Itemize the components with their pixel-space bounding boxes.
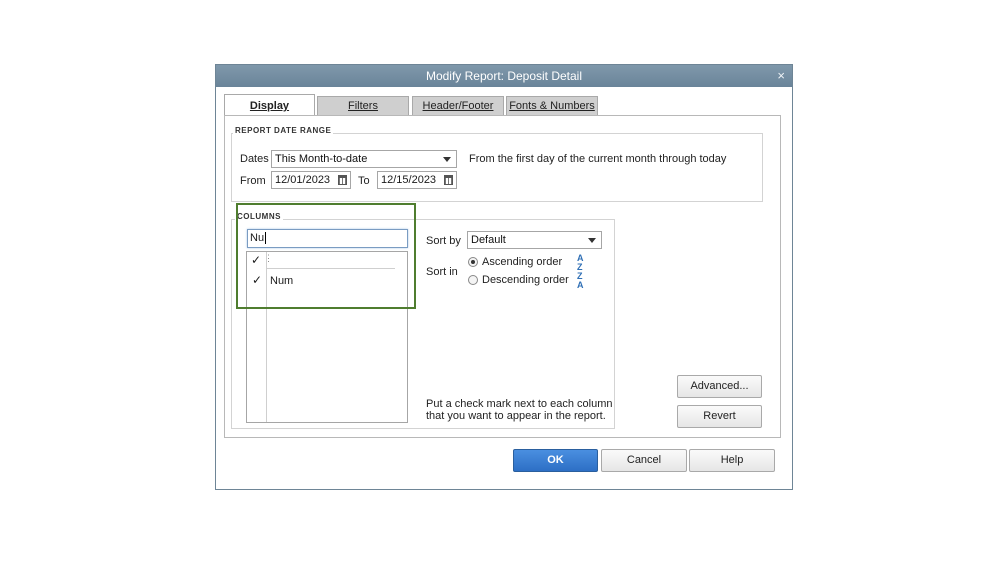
advanced-button[interactable]: Advanced... (677, 375, 762, 398)
revert-button[interactable]: Revert (677, 405, 762, 428)
sort-ascending-icon: AZ (577, 253, 584, 272)
sort-by-value: Default (471, 234, 506, 246)
sort-by-dropdown[interactable]: Default (467, 231, 602, 249)
tab-fonts-numbers-label: Fonts & Numbers (509, 100, 595, 112)
hint-text-line1: Put a check mark next to each column (426, 398, 613, 410)
tab-fonts-numbers[interactable]: Fonts & Numbers (506, 96, 598, 115)
to-label: To (358, 175, 370, 187)
date-range-title: REPORT DATE RANGE (233, 126, 334, 135)
dialog-titlebar[interactable]: Modify Report: Deposit Detail × (216, 65, 792, 87)
calendar-icon[interactable] (444, 175, 453, 185)
ascending-radio[interactable] (468, 257, 478, 267)
dates-value: This Month-to-date (275, 153, 368, 165)
sort-in-label: Sort in (426, 266, 458, 278)
close-icon[interactable]: × (777, 65, 785, 87)
dates-dropdown[interactable]: This Month-to-date (271, 150, 457, 168)
tab-display-label: Display (249, 100, 290, 112)
tab-filters[interactable]: Filters (317, 96, 409, 115)
dates-label: Dates (240, 153, 269, 165)
chevron-down-icon (443, 157, 451, 162)
chevron-down-icon (588, 238, 596, 243)
focus-highlight-box (236, 203, 416, 309)
to-date-value: 12/15/2023 (381, 174, 437, 186)
tab-header-footer[interactable]: Header/Footer (412, 96, 504, 115)
dialog-title: Modify Report: Deposit Detail (425, 69, 583, 83)
from-label: From (240, 175, 266, 187)
ok-button[interactable]: OK (513, 449, 598, 472)
descending-radio[interactable] (468, 275, 478, 285)
calendar-icon[interactable] (338, 175, 347, 185)
date-range-description: From the first day of the current month … (469, 153, 727, 165)
tab-header-footer-label: Header/Footer (422, 100, 494, 112)
descending-label[interactable]: Descending order (482, 274, 569, 286)
tab-display[interactable]: Display (224, 94, 315, 116)
tab-filters-label: Filters (348, 100, 378, 112)
sort-descending-icon: ZA (577, 271, 584, 290)
from-date-field[interactable]: 12/01/2023 (271, 171, 351, 189)
help-button[interactable]: Help (689, 449, 775, 472)
from-date-value: 12/01/2023 (275, 174, 331, 186)
ascending-label[interactable]: Ascending order (482, 256, 562, 268)
cancel-button[interactable]: Cancel (601, 449, 687, 472)
hint-text-line2: that you want to appear in the report. (426, 410, 606, 422)
sort-by-label: Sort by (426, 235, 461, 247)
modify-report-dialog: Modify Report: Deposit Detail × Display … (215, 64, 793, 490)
to-date-field[interactable]: 12/15/2023 (377, 171, 457, 189)
